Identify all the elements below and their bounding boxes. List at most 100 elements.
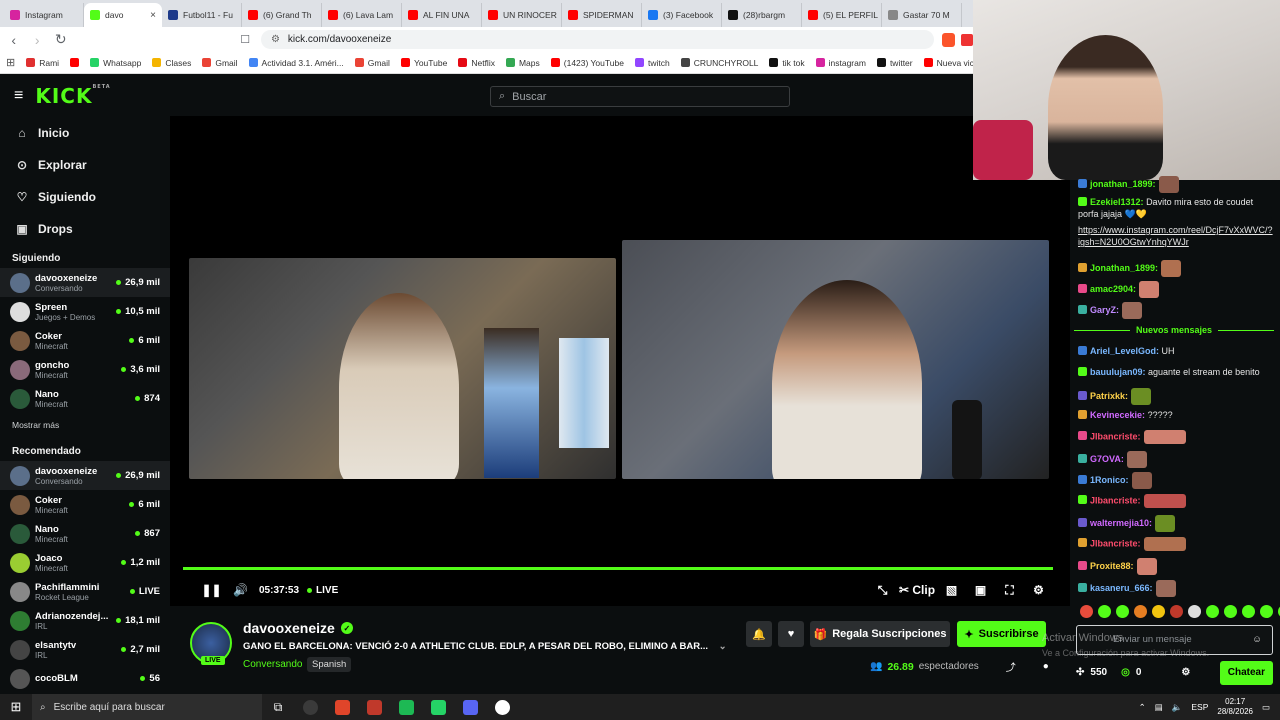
taskbar-app-icon[interactable] <box>326 694 358 720</box>
bookmark-item[interactable]: Maps <box>505 58 540 68</box>
bookmark-item[interactable]: twitch <box>634 58 670 68</box>
bookmark-item[interactable]: Rami <box>26 58 59 68</box>
bookmark-item[interactable]: instagram <box>815 58 866 68</box>
chat-settings-icon[interactable]: ⚙ <box>1181 666 1190 680</box>
language-tag[interactable]: Spanish <box>307 657 352 672</box>
task-view-icon[interactable]: ⧉ <box>262 694 294 720</box>
browser-tab[interactable]: SPIDERMAN <box>562 3 642 27</box>
fullscreen-icon[interactable]: ⛶ <box>995 583 1024 598</box>
clock[interactable]: 02:17 28/8/2026 <box>1217 697 1253 717</box>
chat-username[interactable]: G7OVA: <box>1090 454 1124 464</box>
browser-tab[interactable]: UN RINOCER <box>482 3 562 27</box>
category-link[interactable]: Conversando <box>243 659 302 670</box>
emote-icon[interactable] <box>1188 605 1201 618</box>
sidebar-item-explorar[interactable]: ⊙ Explorar <box>0 149 170 181</box>
apps-grid-icon[interactable]: ⊞ <box>6 56 15 69</box>
sidebar-item-siguiendo[interactable]: ♡ Siguiendo <box>0 181 170 213</box>
kick-logo[interactable]: KICKBETA <box>35 84 110 108</box>
sidebar-item-inicio[interactable]: ⌂ Inicio <box>0 117 170 149</box>
emote-icon[interactable] <box>1260 605 1273 618</box>
chat-username[interactable]: bauulujan09: <box>1090 367 1146 377</box>
chat-username[interactable]: Jlbancriste: <box>1090 495 1141 505</box>
channel-item[interactable]: cocoBLM 56 <box>0 664 170 693</box>
channel-item[interactable]: davooxeneize Conversando 26,9 mil <box>0 461 170 490</box>
taskbar-app-icon[interactable] <box>486 694 518 720</box>
expand-chevron-icon[interactable]: ⌄ <box>719 641 727 652</box>
channel-item[interactable]: Coker Minecraft 6 mil <box>0 490 170 519</box>
bookmark-item[interactable]: Clases <box>152 58 191 68</box>
chat-username[interactable]: amac2904: <box>1090 284 1136 294</box>
brave-shield-icon[interactable] <box>941 32 956 47</box>
new-messages-divider[interactable]: Nuevos mensajes <box>1074 324 1274 336</box>
channel-item[interactable]: Adrianozendej... IRL 18,1 mil <box>0 606 170 635</box>
chat-username[interactable]: 1Ronico: <box>1090 475 1129 485</box>
chat-username[interactable]: jonathan_1899: <box>1090 179 1156 189</box>
sidebar-item-drops[interactable]: ▣ Drops <box>0 213 170 245</box>
bookmark-item[interactable]: (1423) YouTube <box>550 58 624 68</box>
taskbar-app-icon[interactable] <box>358 694 390 720</box>
subscribe-button[interactable]: ✦ Suscribirse <box>957 621 1046 647</box>
channel-item[interactable]: Coker Minecraft 6 mil <box>0 326 170 355</box>
forward-icon[interactable]: › <box>27 32 46 48</box>
channel-item[interactable]: Spreen Juegos + Demos 10,5 mil <box>0 297 170 326</box>
chat-username[interactable]: Jlbancriste: <box>1090 538 1141 548</box>
chat-username[interactable]: Proxite88: <box>1090 561 1134 571</box>
taskbar-app-icon[interactable] <box>294 694 326 720</box>
taskbar-app-icon[interactable] <box>422 694 454 720</box>
bookmark-item[interactable]: tik tok <box>769 58 805 68</box>
channel-item[interactable]: Nano Minecraft 874 <box>0 384 170 413</box>
send-chat-button[interactable]: Chatear <box>1219 661 1273 685</box>
bookmark-item[interactable] <box>70 58 80 67</box>
pause-icon[interactable]: ❚❚ <box>197 583 226 597</box>
menu-icon[interactable]: ≡ <box>14 87 23 105</box>
chat-toggle-icon[interactable]: ▧ <box>937 583 966 597</box>
chat-link[interactable]: https://www.instagram.com/reel/DcjF7vXxW… <box>1078 225 1273 247</box>
emote-icon[interactable] <box>1134 605 1147 618</box>
emoji-icon[interactable]: ☺ <box>1252 634 1262 647</box>
channel-item[interactable]: Nano Minecraft 867 <box>0 519 170 548</box>
channel-item[interactable]: Joaco Minecraft 1,2 mil <box>0 548 170 577</box>
lang-indicator[interactable]: ESP <box>1191 702 1208 712</box>
browser-tab[interactable]: Futbol11 - Fu <box>162 3 242 27</box>
pip-icon[interactable]: ▣ <box>966 583 995 597</box>
channel-item[interactable]: davooxeneize Conversando 26,9 mil <box>0 268 170 297</box>
search-input[interactable]: ⌕ Buscar <box>490 86 790 107</box>
site-info-icon[interactable]: ⚙ <box>271 34 280 45</box>
bookmark-item[interactable]: Whatsapp <box>90 58 141 68</box>
chat-username[interactable]: Jlbancriste: <box>1090 431 1141 441</box>
progress-bar[interactable] <box>183 567 1053 570</box>
reload-icon[interactable]: ↻ <box>51 31 70 48</box>
taskbar-app-icon[interactable] <box>390 694 422 720</box>
emote-icon[interactable] <box>1206 605 1219 618</box>
emote-icon[interactable] <box>1152 605 1165 618</box>
chat-username[interactable]: Kevinecekie: <box>1090 410 1145 420</box>
video-player[interactable] <box>170 116 1070 606</box>
channel-name[interactable]: davooxeneize ✓ <box>243 620 353 636</box>
channel-item[interactable]: Pachiflammini Rocket League LIVE <box>0 577 170 606</box>
network-icon[interactable]: ▤ <box>1155 702 1163 713</box>
notifications-button[interactable]: 🔔 <box>746 621 772 647</box>
browser-tab[interactable]: (28)rbargm <box>722 3 802 27</box>
chat-username[interactable]: Patrixkk: <box>1090 391 1128 401</box>
chat-username[interactable]: waltermejia10: <box>1090 518 1152 528</box>
browser-tab[interactable]: Instagram <box>4 3 84 27</box>
browser-tab[interactable]: Gastar 70 M <box>882 3 962 27</box>
emote-icon[interactable] <box>1098 605 1111 618</box>
browser-tab[interactable]: (6) Lava Lam <box>322 3 402 27</box>
chat-username[interactable]: Ezekiel1312: <box>1090 197 1144 207</box>
windows-start-icon[interactable]: ⊞ <box>0 699 32 715</box>
browser-tab[interactable]: (5) EL PERFIL <box>802 3 882 27</box>
show-more-link[interactable]: Mostrar más <box>0 415 170 435</box>
theater-mode-icon[interactable]: ⤡ <box>868 583 897 598</box>
bookmark-item[interactable]: Nueva vic <box>923 58 973 68</box>
taskbar-search[interactable]: ⌕ Escribe aquí para buscar <box>32 694 262 720</box>
browser-tab[interactable]: davo × <box>84 3 162 27</box>
bookmark-item[interactable]: Actividad 3.1. Améri... <box>248 58 344 68</box>
emote-icon[interactable] <box>1242 605 1255 618</box>
channel-item[interactable]: goncho Minecraft 3,6 mil <box>0 355 170 384</box>
emote-icon[interactable] <box>1116 605 1129 618</box>
bookmark-item[interactable]: CRUNCHYROLL <box>680 58 758 68</box>
gift-subs-button[interactable]: 🎁 Regala Suscripciones <box>810 621 950 647</box>
follow-button[interactable]: ♥ <box>778 621 804 647</box>
channel-item[interactable]: elsantytv IRL 2,7 mil <box>0 635 170 664</box>
